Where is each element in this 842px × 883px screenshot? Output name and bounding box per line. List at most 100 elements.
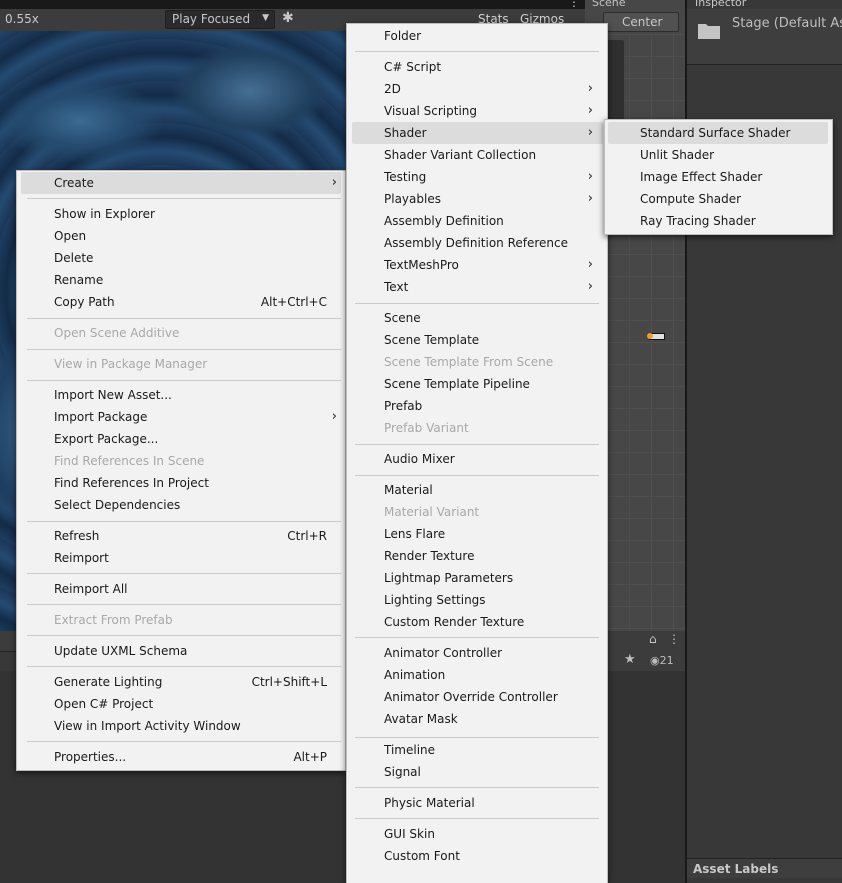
context-menu-item-refresh[interactable]: Refresh Ctrl+R	[17, 525, 345, 547]
shader-menu-item-standard-surface-shader[interactable]: Standard Surface Shader	[605, 122, 832, 144]
menu-item-label: Import Package	[54, 410, 148, 424]
create-menu-item-c-script[interactable]: C# Script	[347, 56, 607, 78]
kebab-menu-icon[interactable]: ⋮	[568, 0, 580, 9]
create-menu-item-visual-scripting[interactable]: Visual Scripting ›	[347, 100, 607, 122]
context-menu-item-view-in-import-activity-window[interactable]: View in Import Activity Window	[17, 715, 345, 737]
create-menu-item-render-texture[interactable]: Render Texture	[347, 545, 607, 567]
create-menu-item-custom-render-texture[interactable]: Custom Render Texture	[347, 611, 607, 633]
create-menu-item-2d[interactable]: 2D ›	[347, 78, 607, 100]
menu-item-label: Standard Surface Shader	[640, 126, 791, 140]
create-menu-item-scene-template[interactable]: Scene Template	[347, 329, 607, 351]
context-menu-item-reimport-all[interactable]: Reimport All	[17, 578, 345, 600]
create-menu-item-lens-flare[interactable]: Lens Flare	[347, 523, 607, 545]
create-menu-item-animator-controller[interactable]: Animator Controller	[347, 642, 607, 664]
tab-scene[interactable]: Scene	[592, 0, 672, 9]
context-menu-item-copy-path[interactable]: Copy Path Alt+Ctrl+C	[17, 291, 345, 313]
context-menu-item-reimport[interactable]: Reimport	[17, 547, 345, 569]
menu-item-shortcut: Alt+Ctrl+C	[260, 295, 327, 309]
menu-item-label: Lighting Settings	[384, 593, 486, 607]
menu-item-label: Assembly Definition Reference	[384, 236, 569, 250]
context-menu-item-rename[interactable]: Rename	[17, 269, 345, 291]
create-menu-item-gui-skin[interactable]: GUI Skin	[347, 823, 607, 845]
menu-item-label: Lightmap Parameters	[384, 571, 514, 585]
context-menu-item-update-uxml-schema[interactable]: Update UXML Schema	[17, 640, 345, 662]
menu-item-label: Text	[384, 280, 409, 294]
create-menu-item-assembly-definition-reference[interactable]: Assembly Definition Reference	[347, 232, 607, 254]
menu-item-label: Audio Mixer	[384, 452, 455, 466]
menu-item-label: View in Import Activity Window	[54, 719, 241, 733]
asset-labels-header[interactable]: Asset Labels	[687, 858, 842, 878]
shader-menu-item-ray-tracing-shader[interactable]: Ray Tracing Shader	[605, 210, 832, 232]
create-menu-item-material[interactable]: Material	[347, 479, 607, 501]
create-menu-item-assembly-definition[interactable]: Assembly Definition	[347, 210, 607, 232]
bug-icon[interactable]: ✱	[282, 10, 298, 28]
create-menu-item-prefab[interactable]: Prefab	[347, 395, 607, 417]
create-menu-item-shader[interactable]: Shader ›	[347, 122, 607, 144]
create-menu-item-folder[interactable]: Folder	[347, 25, 607, 47]
create-menu-item-shader-variant-collection[interactable]: Shader Variant Collection	[347, 144, 607, 166]
context-menu-item-open[interactable]: Open	[17, 225, 345, 247]
lock-icon[interactable]: ⌂	[649, 632, 657, 646]
create-menu-item-lighting-settings[interactable]: Lighting Settings	[347, 589, 607, 611]
favorite-star-icon[interactable]: ★	[624, 652, 636, 667]
create-menu-item-testing[interactable]: Testing ›	[347, 166, 607, 188]
create-menu-item-avatar-mask[interactable]: Avatar Mask	[347, 708, 607, 730]
create-menu-item-audio-mixer[interactable]: Audio Mixer	[347, 448, 607, 470]
context-menu-item-find-references-in-project[interactable]: Find References In Project	[17, 472, 345, 494]
zoom-label[interactable]: 0.55x	[5, 12, 39, 26]
create-menu-item-playables[interactable]: Playables ›	[347, 188, 607, 210]
create-menu-item-scene[interactable]: Scene	[347, 307, 607, 329]
context-menu-item-open-scene-additive: Open Scene Additive	[17, 322, 345, 344]
create-menu-item-signal[interactable]: Signal	[347, 761, 607, 783]
visibility-count[interactable]: ◉21	[650, 654, 674, 667]
inspector-title: Stage (Default As	[732, 16, 842, 31]
menu-item-label: Unlit Shader	[640, 148, 715, 162]
menu-item-label: Show in Explorer	[54, 207, 155, 221]
menu-item-label: C# Script	[384, 60, 442, 74]
create-menu-item-lightmap-parameters[interactable]: Lightmap Parameters	[347, 567, 607, 589]
menu-item-label: Folder	[384, 29, 422, 43]
shader-menu-item-image-effect-shader[interactable]: Image Effect Shader	[605, 166, 832, 188]
menu-separator	[355, 303, 599, 304]
context-menu-item-open-c-project[interactable]: Open C# Project	[17, 693, 345, 715]
context-menu-item-properties[interactable]: Properties... Alt+P	[17, 746, 345, 768]
context-menu-item-generate-lighting[interactable]: Generate Lighting Ctrl+Shift+L	[17, 671, 345, 693]
menu-item-label: Scene Template	[384, 333, 480, 347]
context-menu-item-import-new-asset[interactable]: Import New Asset...	[17, 384, 345, 406]
context-menu-item-select-dependencies[interactable]: Select Dependencies	[17, 494, 345, 516]
tab-inspector[interactable]: Inspector	[687, 0, 787, 9]
menu-separator	[27, 666, 341, 667]
context-menu-item-create[interactable]: Create ›	[17, 172, 345, 194]
menu-item-label: Open	[54, 229, 87, 243]
shader-menu-item-compute-shader[interactable]: Compute Shader	[605, 188, 832, 210]
kebab-menu-icon[interactable]: ⋮	[668, 632, 680, 646]
play-mode-dropdown[interactable]: Play Focused ▼	[165, 10, 275, 29]
menu-item-label: Ray Tracing Shader	[640, 214, 756, 228]
create-menu-item-timeline[interactable]: Timeline	[347, 739, 607, 761]
menu-item-label: Animator Controller	[384, 646, 503, 660]
menu-item-label: Open C# Project	[54, 697, 154, 711]
context-menu-item-show-in-explorer[interactable]: Show in Explorer	[17, 203, 345, 225]
chevron-right-icon: ›	[587, 125, 593, 140]
create-menu-item-custom-font[interactable]: Custom Font	[347, 845, 607, 867]
create-menu-item-animation[interactable]: Animation	[347, 664, 607, 686]
create-menu-item-physic-material[interactable]: Physic Material	[347, 792, 607, 814]
context-menu-item-delete[interactable]: Delete	[17, 247, 345, 269]
create-menu-item-prefab-variant: Prefab Variant	[347, 417, 607, 439]
context-menu-item-import-package[interactable]: Import Package ›	[17, 406, 345, 428]
menu-item-label: Open Scene Additive	[54, 326, 180, 340]
create-menu-item-text[interactable]: Text ›	[347, 276, 607, 298]
context-menu-item-find-references-in-scene: Find References In Scene	[17, 450, 345, 472]
create-menu-item-scene-template-pipeline[interactable]: Scene Template Pipeline	[347, 373, 607, 395]
chevron-right-icon: ›	[587, 103, 593, 118]
menu-item-label: Reimport	[54, 551, 109, 565]
context-menu-item-export-package[interactable]: Export Package...	[17, 428, 345, 450]
chevron-right-icon: ›	[331, 175, 337, 190]
shader-menu-item-unlit-shader[interactable]: Unlit Shader	[605, 144, 832, 166]
create-menu-item-textmeshpro[interactable]: TextMeshPro ›	[347, 254, 607, 276]
pivot-dropdown[interactable]: Center	[603, 12, 679, 32]
create-menu-item-animator-override-controller[interactable]: Animator Override Controller	[347, 686, 607, 708]
menu-item-label: Import New Asset...	[54, 388, 172, 402]
menu-item-label: Playables	[384, 192, 441, 206]
menu-item-label: Shader Variant Collection	[384, 148, 537, 162]
